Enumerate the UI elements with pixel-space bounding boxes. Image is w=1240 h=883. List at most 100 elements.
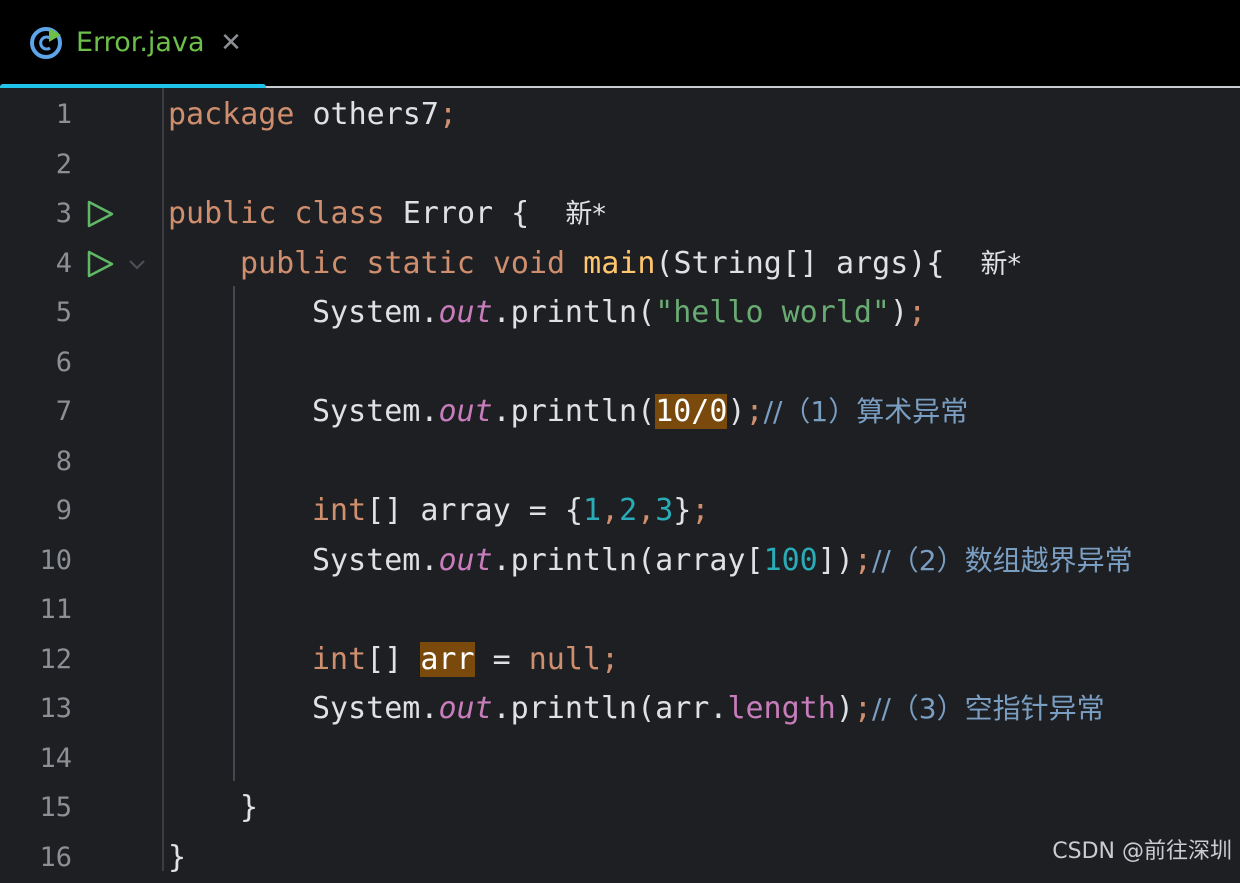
- code-editor[interactable]: 1 package others7; 2 3 public class Erro…: [0, 88, 1240, 875]
- java-class-icon: [29, 26, 63, 60]
- code-line-15[interactable]: 15 }: [0, 783, 1240, 833]
- comma: ,: [637, 493, 656, 528]
- code-token: .println(: [492, 394, 656, 429]
- number-literal: 100: [763, 543, 818, 578]
- code-line-13[interactable]: 13 System.out.println(arr.length);//（3）空…: [0, 684, 1240, 734]
- line-number: 2: [55, 149, 72, 180]
- new-code-marker[interactable]: 新*: [565, 199, 606, 230]
- code-text: System.out.println(array[100]);//（2）数组越界…: [312, 536, 1133, 586]
- number-literal: 1: [582, 493, 601, 528]
- code-line-12[interactable]: 12 int[] arr = null;: [0, 635, 1240, 685]
- editor-tab-bar: Error.java ✕: [0, 0, 1240, 90]
- close-icon[interactable]: ✕: [216, 26, 246, 60]
- line-number: 1: [55, 99, 72, 130]
- code-text: public class Error { 新*: [168, 189, 606, 240]
- number-literal: 2: [619, 493, 638, 528]
- code-token: System.: [312, 295, 439, 330]
- keyword: public class: [168, 196, 385, 231]
- highlighted-variable[interactable]: arr: [420, 642, 475, 677]
- line-number: 7: [55, 396, 72, 427]
- field-token: out: [438, 543, 493, 578]
- comma: ,: [601, 493, 620, 528]
- field-token: out: [438, 394, 493, 429]
- field-token: out: [438, 691, 493, 726]
- code-token: .println(arr.: [492, 691, 728, 726]
- line-number: 6: [55, 347, 72, 378]
- keyword: int: [312, 493, 367, 528]
- code-text: }: [168, 840, 187, 875]
- run-icon[interactable]: [84, 199, 116, 229]
- line-number: 16: [39, 842, 72, 873]
- new-code-marker[interactable]: 新*: [981, 249, 1022, 280]
- keyword: null: [528, 642, 601, 677]
- code-token: ): [835, 691, 854, 726]
- code-token: ): [727, 394, 746, 429]
- code-line-5[interactable]: 5 System.out.println("hello world");: [0, 288, 1240, 338]
- code-line-7[interactable]: 7 System.out.println(10/0);//（1）算术异常: [0, 387, 1240, 437]
- code-line-10[interactable]: 10 System.out.println(array[100]);//（2）数…: [0, 536, 1240, 586]
- code-line-14[interactable]: 14: [0, 734, 1240, 784]
- semicolon: ;: [438, 97, 457, 132]
- line-number: 13: [39, 693, 72, 724]
- code-text: package others7;: [168, 90, 457, 140]
- code-token: System.: [312, 691, 439, 726]
- code-line-11[interactable]: 11: [0, 585, 1240, 635]
- property-token: length: [727, 691, 836, 726]
- code-token: .println(array[: [492, 543, 764, 578]
- code-line-1[interactable]: 1 package others7;: [0, 90, 1240, 140]
- code-line-8[interactable]: 8: [0, 437, 1240, 487]
- code-token: []: [366, 642, 421, 677]
- code-comment: //（1）算术异常: [763, 395, 969, 428]
- run-icon[interactable]: [84, 249, 116, 279]
- line-number: 8: [55, 446, 72, 477]
- method-name: main: [583, 246, 656, 281]
- code-line-4[interactable]: 4 public static void main(String[] args)…: [0, 239, 1240, 289]
- string-literal: "hello world": [655, 295, 890, 330]
- line-number: 9: [55, 495, 72, 526]
- code-token: ]): [817, 543, 854, 578]
- line-number: 11: [39, 594, 72, 625]
- tab-error-java[interactable]: Error.java ✕: [0, 0, 266, 90]
- code-token: (String[] args){: [655, 246, 945, 281]
- tab-label: Error.java: [76, 27, 205, 58]
- line-number: 4: [55, 248, 72, 279]
- line-number: 15: [39, 792, 72, 823]
- code-token: .println(: [492, 295, 656, 330]
- code-text: System.out.println(10/0);//（1）算术异常: [312, 387, 968, 437]
- code-line-2[interactable]: 2: [0, 140, 1240, 190]
- keyword: int: [312, 642, 367, 677]
- code-token: =: [474, 642, 529, 677]
- semicolon: ;: [745, 394, 764, 429]
- semicolon: ;: [601, 642, 620, 677]
- code-comment: //（2）数组越界异常: [871, 544, 1133, 577]
- chevron-down-icon[interactable]: [126, 255, 148, 273]
- code-line-6[interactable]: 6: [0, 338, 1240, 388]
- code-text: int[] arr = null;: [312, 635, 619, 685]
- semicolon: ;: [908, 295, 927, 330]
- code-token: }: [673, 493, 692, 528]
- line-number: 14: [39, 743, 72, 774]
- number-literal: 3: [655, 493, 674, 528]
- code-text: }: [240, 790, 259, 825]
- code-line-9[interactable]: 9 int[] array = {1,2,3};: [0, 486, 1240, 536]
- code-comment: //（3）空指针异常: [871, 692, 1105, 725]
- keyword: package: [168, 97, 295, 132]
- code-token: System.: [312, 543, 439, 578]
- semicolon: ;: [853, 691, 872, 726]
- code-text: int[] array = {1,2,3};: [312, 486, 709, 536]
- line-number: 12: [39, 644, 72, 675]
- code-token: [] array = {: [366, 493, 583, 528]
- semicolon: ;: [691, 493, 710, 528]
- code-token: System.: [312, 394, 439, 429]
- keyword: public static void: [240, 246, 566, 281]
- code-token: Error {: [384, 196, 530, 231]
- watermark: CSDN @前往深圳: [1052, 839, 1232, 864]
- code-text: public static void main(String[] args){ …: [240, 239, 1021, 290]
- line-number: 10: [39, 545, 72, 576]
- code-token: ): [890, 295, 909, 330]
- code-line-3[interactable]: 3 public class Error { 新*: [0, 189, 1240, 239]
- line-number: 3: [55, 198, 72, 229]
- highlighted-expression[interactable]: 10/0: [655, 394, 728, 429]
- field-token: out: [438, 295, 493, 330]
- code-token: others7: [294, 97, 439, 132]
